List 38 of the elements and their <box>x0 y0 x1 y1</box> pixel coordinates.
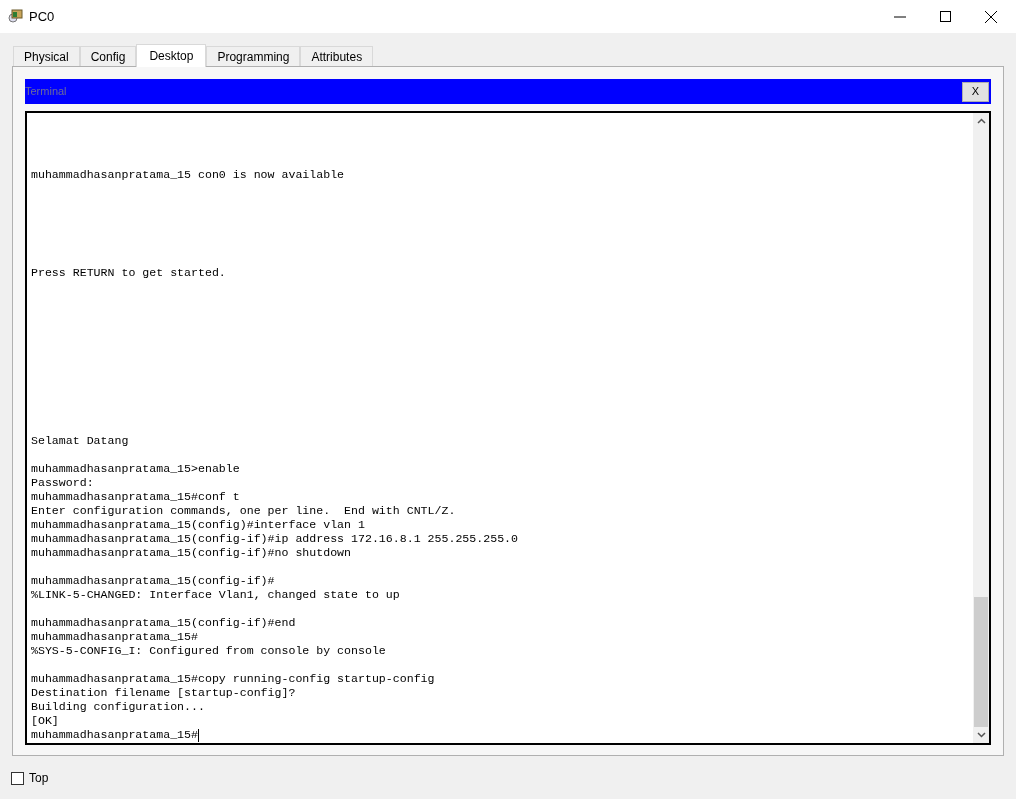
tab[interactable]: Physical <box>13 46 80 66</box>
scroll-up-icon[interactable] <box>976 118 986 124</box>
text-cursor <box>198 728 199 742</box>
tab[interactable]: Desktop <box>136 44 207 67</box>
app-icon <box>7 7 25 26</box>
scroll-down-icon[interactable] <box>976 732 986 738</box>
terminal-line: %LINK-5-CHANGED: Interface Vlan1, changed state to up <box>31 588 400 602</box>
terminal-line: Destination filename [startup-config]? <box>31 686 296 700</box>
terminal-line: muhammadhasanpratama_15(config-if)# <box>31 574 275 588</box>
terminal-line: muhammadhasanpratama_15(config-if)#no shutdown <box>31 546 352 560</box>
terminal-line: muhammadhasanpratama_15 con0 is now available <box>31 168 345 182</box>
terminal-line: Building configuration... <box>31 700 205 714</box>
terminal-line: muhammadhasanpratama_15(config)#interface vlan 1 <box>31 518 365 532</box>
window-title: PC0 <box>29 7 55 26</box>
terminal-line: muhammadhasanpratama_15(config-if)#end <box>31 616 296 630</box>
terminal-line: Selamat Datang <box>31 434 129 448</box>
terminal-line: [OK] <box>31 714 59 728</box>
terminal-line: muhammadhasanpratama_15(config-if)#ip address 172.16.8.1 255.255.255.0 <box>31 532 519 546</box>
terminal-line: muhammadhasanpratama_15#conf t <box>31 490 240 504</box>
terminal-line: muhammadhasanpratama_15# <box>31 630 198 644</box>
terminal-line: Press RETURN to get started. <box>31 266 226 280</box>
terminal-line: Password: <box>31 476 94 490</box>
terminal-close-button[interactable]: X <box>962 81 989 102</box>
terminal-line: muhammadhasanpratama_15# <box>31 728 198 742</box>
terminal-title: Terminal <box>25 84 67 100</box>
close-icon[interactable] <box>985 10 997 23</box>
tab[interactable]: Attributes <box>300 46 374 66</box>
scrollbar-thumb[interactable] <box>974 597 988 727</box>
terminal-line: %SYS-5-CONFIG_I: Configured from console by console <box>31 644 386 658</box>
top-checkbox[interactable] <box>11 771 24 785</box>
terminal-line: muhammadhasanpratama_15#copy running-config startup-config <box>31 672 435 686</box>
scrollbar[interactable] <box>973 113 989 743</box>
tab[interactable]: Programming <box>206 46 301 66</box>
checkbox-label: Top <box>29 770 49 787</box>
tab[interactable]: Config <box>79 46 137 66</box>
terminal-line: Enter configuration commands, one per line. End with CNTL/Z. <box>31 504 456 518</box>
terminal-line: muhammadhasanpratama_15>enable <box>31 462 240 476</box>
maximize-icon[interactable] <box>940 11 951 22</box>
